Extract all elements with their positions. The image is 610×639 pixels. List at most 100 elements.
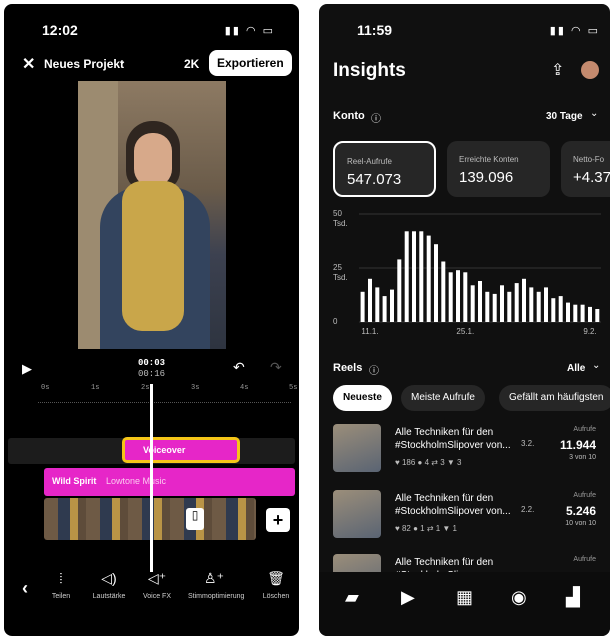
reel-views-label: Aufrufe <box>573 492 596 499</box>
chart-bar[interactable] <box>434 244 438 322</box>
video-preview[interactable] <box>78 81 226 349</box>
clip-split-handle-icon[interactable]: ▯ <box>186 508 204 530</box>
chart-bar[interactable] <box>463 272 468 322</box>
video-editor-screen: 12:02 ▮▮ ◠ ▭ ✕ Neues Projekt ⌄ 2K Export… <box>4 4 299 636</box>
chevron-down-icon[interactable]: ⌄ <box>592 360 600 371</box>
chart-bar[interactable] <box>397 259 402 322</box>
reel-date: 3.2. <box>521 439 535 448</box>
chevron-down-icon[interactable]: ⌄ <box>118 56 126 67</box>
playhead[interactable] <box>150 384 153 572</box>
chart-bar[interactable] <box>544 287 548 322</box>
time-total: 00:16 <box>138 369 166 379</box>
chart-bar[interactable] <box>448 272 453 322</box>
card-reel-views[interactable]: Reel-Aufrufe 547.073 <box>333 141 436 197</box>
y-tick-label: Tsd. <box>333 273 348 282</box>
tool-volume[interactable]: ◁) Lautstärke <box>86 570 132 600</box>
ruler-dots <box>38 396 291 403</box>
project-title[interactable]: Neues Projekt <box>44 57 124 71</box>
close-icon[interactable]: ✕ <box>22 54 35 74</box>
y-tick-label: Tsd. <box>333 219 348 228</box>
status-time: 12:02 <box>42 22 78 38</box>
chevron-down-icon[interactable]: ⌄ <box>590 108 598 119</box>
chart-bar[interactable] <box>382 296 387 322</box>
chart-bar[interactable] <box>536 291 541 322</box>
music-clip[interactable]: Wild Spirit Lowtone Music <box>44 468 295 496</box>
chart-bar[interactable] <box>573 304 578 322</box>
home-feed-icon[interactable]: ▰ <box>345 587 359 608</box>
x-tick-label: 9.2. <box>583 327 596 336</box>
chart-bar[interactable] <box>595 309 600 322</box>
info-icon[interactable]: ⓘ <box>371 110 381 125</box>
chart-bar[interactable] <box>500 285 504 322</box>
chart-bar[interactable] <box>404 231 409 322</box>
card-value: +4.37 <box>573 169 610 186</box>
ruler-tick: 3s <box>191 384 200 392</box>
chart-bar[interactable] <box>558 296 563 322</box>
chart-bar[interactable] <box>368 278 372 322</box>
reel-views-chart: 50Tsd.25Tsd.011.1. 25.1. 9.2. <box>333 209 601 336</box>
play-icon[interactable]: ▶ <box>22 361 32 377</box>
info-icon[interactable]: ⓘ <box>369 362 379 377</box>
chip-most-liked[interactable]: Gefällt am häufigsten <box>499 385 610 411</box>
tool-delete[interactable]: 🗑︎ Löschen <box>254 570 298 600</box>
share-icon[interactable]: ⇪ <box>551 60 564 80</box>
back-chevron-icon[interactable]: ‹ <box>22 578 28 599</box>
time-current: 00:03 <box>138 358 166 368</box>
ruler-tick: 0s <box>41 384 50 392</box>
card-accounts-reached[interactable]: Erreichte Konten 139.096 <box>447 141 550 197</box>
chart-bar[interactable] <box>492 293 497 322</box>
resolution-button[interactable]: 2K <box>184 57 199 71</box>
insights-bar-icon[interactable]: ▟ <box>566 587 580 608</box>
chart-bar[interactable] <box>507 291 512 322</box>
tool-label: Lautstärke <box>92 593 126 600</box>
reel-list-item[interactable]: Alle Techniken für den #StockholmSlipove… <box>333 424 610 480</box>
tool-split[interactable]: ⦙ Teilen <box>38 570 84 600</box>
chart-bar[interactable] <box>588 306 592 322</box>
range-dropdown[interactable]: 30 Tage <box>546 111 583 122</box>
chart-bar[interactable] <box>419 231 424 322</box>
chart-bar[interactable] <box>485 291 490 322</box>
chart-bar[interactable] <box>529 287 534 322</box>
chart-bar[interactable] <box>470 285 475 322</box>
record-icon[interactable]: ◉ <box>511 587 527 608</box>
avatar[interactable] <box>581 61 599 79</box>
volume-icon: ◁) <box>101 570 117 586</box>
tool-label: Teilen <box>51 593 71 600</box>
chart-bar[interactable] <box>580 304 585 322</box>
add-clip-button[interactable]: + <box>266 508 290 532</box>
filter-all-dropdown[interactable]: Alle <box>567 363 585 374</box>
chart-bar[interactable] <box>478 281 482 322</box>
status-icons: ▮▮ ◠ ▭ <box>549 25 600 37</box>
card-net-followers[interactable]: Netto-Fo +4.37 <box>561 141 610 197</box>
redo-icon[interactable]: ↷ <box>270 359 282 376</box>
export-button[interactable]: Exportieren <box>209 50 292 76</box>
chart-bar[interactable] <box>551 298 556 322</box>
chart-bar[interactable] <box>522 278 526 322</box>
chart-bar[interactable] <box>360 291 365 322</box>
undo-icon[interactable]: ↶ <box>233 359 245 376</box>
tool-voice-enhance[interactable]: ♙⁺ Stimmoptimierung <box>188 570 244 600</box>
tool-voice-fx[interactable]: ◁⁺ Voice FX <box>134 570 180 600</box>
chart-bar[interactable] <box>426 235 431 322</box>
chart-bar[interactable] <box>412 231 416 322</box>
reel-stats: ♥ 186 ● 4 ⇄ 3 ▼ 3 <box>395 458 462 467</box>
grid-icon[interactable]: ▦ <box>456 587 473 608</box>
split-icon: ⦙ <box>59 570 63 586</box>
person-face <box>134 133 172 187</box>
reels-play-icon[interactable]: ▶ <box>401 587 415 608</box>
chart-bar[interactable] <box>375 287 380 322</box>
reel-list-item[interactable]: Alle Techniken für den #StockholmSlipove… <box>333 554 610 572</box>
chart-bar[interactable] <box>456 270 460 322</box>
chart-bar[interactable] <box>441 261 446 323</box>
reel-list-item[interactable]: Alle Techniken für den #StockholmSlipove… <box>333 490 610 546</box>
music-title: Wild Spirit <box>52 476 97 486</box>
chip-most-views[interactable]: Meiste Aufrufe <box>401 385 485 411</box>
card-label: Erreichte Konten <box>459 155 519 164</box>
chart-bar[interactable] <box>390 289 394 322</box>
chart-bar[interactable] <box>514 283 519 322</box>
voiceover-clip[interactable]: Voiceover <box>122 437 240 463</box>
reel-thumbnail <box>333 424 381 472</box>
chip-newest[interactable]: Neueste <box>333 385 392 411</box>
chart-bar[interactable] <box>566 302 570 322</box>
ruler-tick: 4s <box>240 384 249 392</box>
